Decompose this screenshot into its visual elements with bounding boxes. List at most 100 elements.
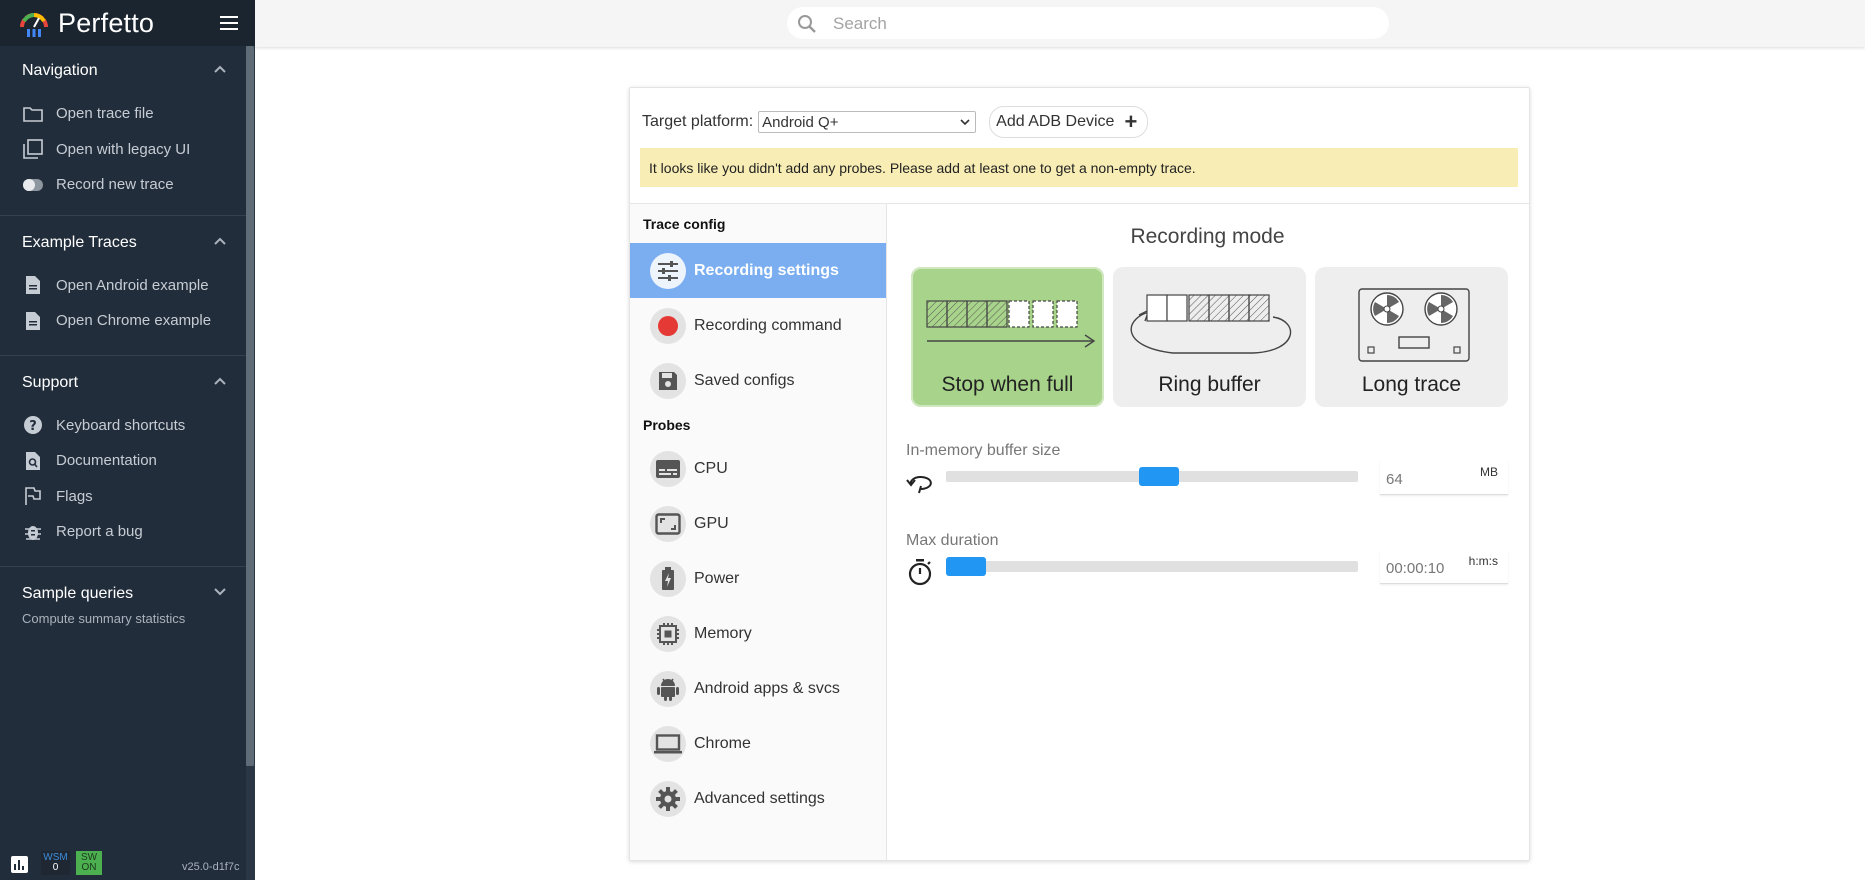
save-icon — [650, 362, 686, 399]
recording-mode-title: Recording mode — [1130, 225, 1285, 248]
sidebar-section-navigation: Navigation Open trace file Open with leg… — [0, 46, 255, 203]
menu-item-label: Power — [694, 569, 740, 587]
sidebar-item-legacy-ui[interactable]: Open with legacy UI — [0, 132, 255, 168]
memory-chip-icon — [650, 615, 686, 652]
sidebar-item-open-trace-file[interactable]: Open trace file — [0, 96, 255, 132]
max-duration-input[interactable] — [1384, 559, 1468, 578]
menu-item-label: GPU — [694, 514, 729, 532]
menu-icon[interactable] — [220, 16, 238, 30]
target-platform-select[interactable]: Android Q+ — [758, 111, 977, 133]
trace-config-header: Trace config — [643, 215, 726, 232]
menu-item-label: Recording settings — [694, 261, 839, 279]
search-box[interactable] — [787, 7, 1389, 39]
mode-stop-when-full[interactable]: Stop when full — [911, 267, 1104, 407]
mode-label: Ring buffer — [1158, 373, 1261, 396]
buffer-size-field[interactable]: MB — [1380, 461, 1508, 495]
bar-chart-icon[interactable] — [11, 856, 28, 873]
sidebar: Perfetto Navigation Open trace file Open… — [0, 0, 255, 880]
sidebar-section-title[interactable]: Navigation — [0, 46, 255, 96]
sidebar-section-title[interactable]: Example Traces — [0, 218, 255, 268]
chevron-up-icon[interactable] — [214, 237, 226, 245]
menu-item-label: Android apps & svcs — [694, 679, 840, 697]
filter-none-icon — [22, 138, 44, 160]
menu-item-label: Memory — [694, 624, 752, 642]
max-duration-label: Max duration — [906, 532, 999, 549]
laptop-icon — [650, 725, 686, 762]
add-adb-device-button[interactable]: Add ADB Device + — [989, 106, 1149, 138]
chevron-up-icon[interactable] — [214, 377, 226, 385]
menu-item-android-apps[interactable]: Android apps & svcs — [630, 661, 886, 716]
buffer-size-input[interactable] — [1384, 470, 1468, 489]
menu-item-recording-settings[interactable]: Recording settings — [630, 243, 886, 298]
menu-item-label: Advanced settings — [694, 789, 825, 807]
probes-header: Probes — [643, 416, 691, 433]
sidebar-item-label: Documentation — [56, 452, 157, 470]
sidebar-section-examples: Example Traces Open Android example Open… — [0, 218, 255, 339]
target-platform-row: Target platform: Android Q+ Add ADB Devi… — [642, 106, 1149, 138]
section-title-text: Support — [22, 373, 79, 391]
sidebar-item-flags[interactable]: Flags — [0, 479, 255, 515]
target-platform-value: Android Q+ — [762, 113, 839, 131]
record-page-card: Target platform: Android Q+ Add ADB Devi… — [629, 87, 1530, 861]
max-duration-unit: h:m:s — [1468, 554, 1498, 568]
sidebar-item-label: Open with legacy UI — [56, 140, 191, 158]
section-title-text: Sample queries — [22, 584, 134, 602]
max-duration-field[interactable]: h:m:s — [1380, 550, 1508, 584]
chevron-up-icon[interactable] — [214, 65, 226, 73]
sidebar-section-title[interactable]: Support — [0, 358, 255, 408]
timer-icon — [908, 559, 932, 586]
sidebar-item-chrome-example[interactable]: Open Chrome example — [0, 303, 255, 339]
bug-report-icon — [22, 521, 44, 543]
max-duration-slider-thumb[interactable] — [946, 557, 986, 576]
emoji-flags-icon — [22, 485, 44, 507]
max-duration-slider[interactable] — [946, 561, 1358, 572]
search-icon — [798, 15, 816, 33]
sidebar-item-documentation[interactable]: Documentation — [0, 443, 255, 479]
sidebar-item-report-bug[interactable]: Report a bug — [0, 514, 255, 550]
menu-item-label: CPU — [694, 459, 728, 477]
sidebar-item-label: Flags — [56, 487, 93, 505]
section-title-text: Navigation — [22, 62, 98, 79]
description-icon — [22, 310, 44, 332]
menu-item-memory[interactable]: Memory — [630, 606, 886, 661]
sw-status-badge[interactable]: SW ON — [76, 851, 102, 875]
sidebar-divider — [0, 214, 255, 216]
search-input[interactable] — [831, 13, 1375, 35]
svg-text:?: ? — [29, 419, 37, 434]
menu-item-label: Saved configs — [694, 371, 795, 389]
brand-title: Perfetto — [58, 7, 155, 38]
mode-long-trace[interactable]: Long trace — [1315, 267, 1508, 407]
sidebar-section-sample-queries: Sample queries Compute summary statistic… — [0, 569, 255, 626]
menu-item-label: Recording command — [694, 316, 842, 334]
menu-item-cpu[interactable]: CPU — [630, 441, 886, 496]
menu-item-gpu[interactable]: GPU — [630, 496, 886, 551]
mode-ring-buffer[interactable]: Ring buffer — [1113, 267, 1306, 407]
sidebar-item-label: Record new trace — [56, 176, 174, 194]
menu-item-advanced-settings[interactable]: Advanced settings — [630, 771, 886, 826]
topbar — [255, 0, 1865, 47]
tape-reel-illustration — [1358, 288, 1470, 362]
help-icon: ? — [22, 414, 44, 436]
menu-item-chrome[interactable]: Chrome — [630, 716, 886, 771]
sidebar-section-title[interactable]: Sample queries — [0, 569, 255, 619]
sidebar-header: Perfetto — [0, 0, 255, 46]
subtitles-icon — [650, 450, 686, 487]
ring-buffer-illustration — [1130, 294, 1292, 354]
sidebar-item-record-new-trace[interactable]: Record new trace — [0, 167, 255, 203]
plus-icon: + — [1124, 109, 1138, 134]
buffer-size-slider-thumb[interactable] — [1139, 467, 1180, 486]
sidebar-scrollbar[interactable] — [246, 46, 254, 766]
folder-icon — [22, 103, 44, 125]
sidebar-item-android-example[interactable]: Open Android example — [0, 268, 255, 304]
sidebar-divider — [0, 354, 255, 356]
settings-backup-restore-icon — [906, 476, 932, 494]
chevron-down-icon[interactable] — [214, 587, 226, 596]
menu-item-recording-command[interactable]: Recording command — [630, 298, 886, 353]
sidebar-item-keyboard-shortcuts[interactable]: ? Keyboard shortcuts — [0, 408, 255, 444]
menu-item-label: Chrome — [694, 734, 751, 752]
menu-item-saved-configs[interactable]: Saved configs — [630, 353, 886, 408]
menu-item-power[interactable]: Power — [630, 551, 886, 606]
perfetto-logo-icon[interactable] — [18, 7, 50, 39]
record-menu: Trace config Recording settings Recordin… — [630, 204, 887, 860]
wsm-status-badge[interactable]: WSM 0 — [41, 851, 70, 875]
